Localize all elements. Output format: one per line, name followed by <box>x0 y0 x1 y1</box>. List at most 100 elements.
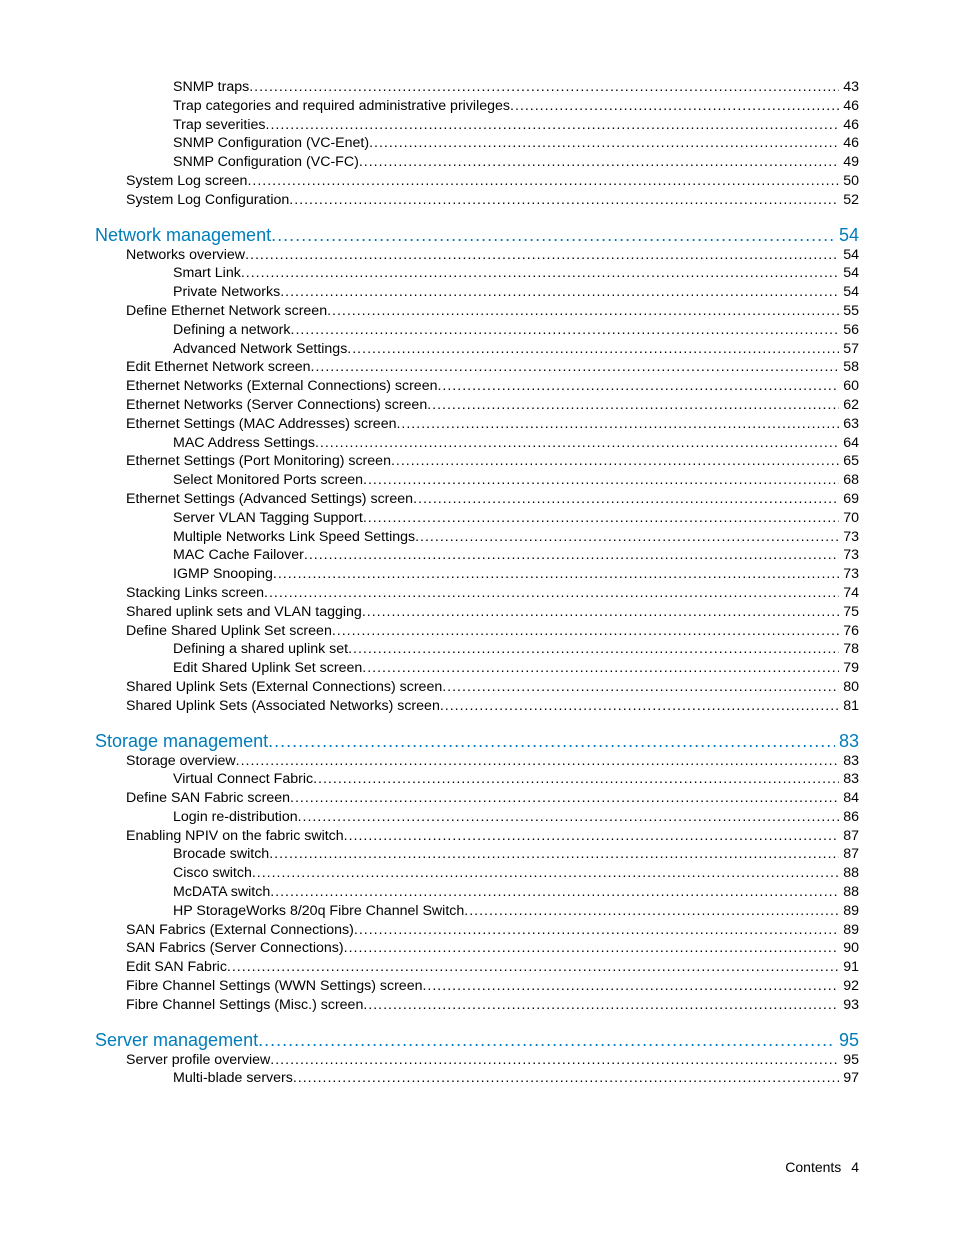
toc-leader-dots: ........................................… <box>313 770 839 789</box>
toc-entry[interactable]: Edit Shared Uplink Set screen...........… <box>95 659 859 678</box>
toc-entry[interactable]: SNMP Configuration (VC-FC)..............… <box>95 153 859 172</box>
toc-leader-dots: ........................................… <box>271 224 835 246</box>
toc-entry[interactable]: Multi-blade servers.....................… <box>95 1069 859 1088</box>
toc-entry[interactable]: Advanced Network Settings...............… <box>95 340 859 359</box>
toc-entry[interactable]: Private Networks........................… <box>95 283 859 302</box>
toc-entry[interactable]: Fibre Channel Settings (WWN Settings) sc… <box>95 977 859 996</box>
toc-entry[interactable]: Smart Link..............................… <box>95 264 859 283</box>
toc-entry-title: Shared uplink sets and VLAN tagging <box>126 603 362 622</box>
toc-leader-dots: ........................................… <box>304 546 839 565</box>
toc-entry-page: 64 <box>839 434 859 453</box>
toc-entry-page: 89 <box>839 921 859 940</box>
toc-entry-title: Trap categories and required administrat… <box>173 97 510 116</box>
toc-entry-title: Storage management <box>95 730 268 752</box>
toc-entry[interactable]: MAC Cache Failover......................… <box>95 546 859 565</box>
toc-entry[interactable]: Edit SAN Fabric.........................… <box>95 958 859 977</box>
toc-entry[interactable]: SNMP Configuration (VC-Enet)............… <box>95 134 859 153</box>
toc-entry-page: 83 <box>839 752 859 771</box>
toc-entry-title: Defining a network <box>173 321 291 340</box>
toc-entry[interactable]: Shared Uplink Sets (Associated Networks)… <box>95 697 859 716</box>
toc-entry-title: Define SAN Fabric screen <box>126 789 290 808</box>
toc-entry[interactable]: Ethernet Networks (Server Connections) s… <box>95 396 859 415</box>
toc-leader-dots: ........................................… <box>236 752 840 771</box>
toc-entry[interactable]: Ethernet Settings (Port Monitoring) scre… <box>95 452 859 471</box>
page-footer: Contents 4 <box>785 1159 859 1175</box>
toc-entry[interactable]: SAN Fabrics (External Connections)......… <box>95 921 859 940</box>
toc-leader-dots: ........................................… <box>437 377 839 396</box>
toc-entry-title: IGMP Snooping <box>173 565 273 584</box>
toc-entry[interactable]: Multiple Networks Link Speed Settings...… <box>95 528 859 547</box>
toc-leader-dots: ........................................… <box>332 622 839 641</box>
toc-leader-dots: ........................................… <box>311 358 840 377</box>
toc-leader-dots: ........................................… <box>396 415 839 434</box>
toc-leader-dots: ........................................… <box>362 659 839 678</box>
toc-entry[interactable]: Select Monitored Ports screen...........… <box>95 471 859 490</box>
toc-entry-title: Define Shared Uplink Set screen <box>126 622 332 641</box>
toc-entry[interactable]: Brocade switch..........................… <box>95 845 859 864</box>
toc-entry[interactable]: Ethernet Settings (Advanced Settings) sc… <box>95 490 859 509</box>
toc-entry-page: 46 <box>839 116 859 135</box>
toc-entry[interactable]: McDATA switch...........................… <box>95 883 859 902</box>
toc-leader-dots: ........................................… <box>427 396 839 415</box>
toc-entry[interactable]: Storage overview........................… <box>95 752 859 771</box>
toc-entry-title: Fibre Channel Settings (Misc.) screen <box>126 996 363 1015</box>
toc-entry[interactable]: Ethernet Networks (External Connections)… <box>95 377 859 396</box>
toc-entry[interactable]: HP StorageWorks 8/20q Fibre Channel Swit… <box>95 902 859 921</box>
toc-entry[interactable]: Defining a shared uplink set............… <box>95 640 859 659</box>
toc-leader-dots: ........................................… <box>327 302 839 321</box>
toc-entry[interactable]: Storage management......................… <box>95 730 859 752</box>
toc-entry[interactable]: Fibre Channel Settings (Misc.) screen...… <box>95 996 859 1015</box>
toc-entry[interactable]: IGMP Snooping...........................… <box>95 565 859 584</box>
toc-entry[interactable]: Virtual Connect Fabric..................… <box>95 770 859 789</box>
toc-entry-title: Trap severities <box>173 116 266 135</box>
toc-entry[interactable]: Cisco switch............................… <box>95 864 859 883</box>
toc-entry-page: 86 <box>839 808 859 827</box>
toc-entry[interactable]: SAN Fabrics (Server Connections)........… <box>95 939 859 958</box>
toc-entry[interactable]: Trap severities.........................… <box>95 116 859 135</box>
toc-entry[interactable]: Ethernet Settings (MAC Addresses) screen… <box>95 415 859 434</box>
toc-entry[interactable]: Login re-distribution...................… <box>95 808 859 827</box>
toc-leader-dots: ........................................… <box>315 434 839 453</box>
toc-leader-dots: ........................................… <box>270 883 839 902</box>
toc-entry[interactable]: Define Ethernet Network screen..........… <box>95 302 859 321</box>
toc-entry[interactable]: System Log Configuration................… <box>95 191 859 210</box>
toc-entry-title: Enabling NPIV on the fabric switch <box>126 827 344 846</box>
toc-entry-title: Network management <box>95 224 271 246</box>
toc-entry[interactable]: Shared Uplink Sets (External Connections… <box>95 678 859 697</box>
toc-entry-title: Cisco switch <box>173 864 252 883</box>
toc-entry[interactable]: Server profile overview.................… <box>95 1051 859 1070</box>
toc-leader-dots: ........................................… <box>422 977 839 996</box>
toc-entry[interactable]: Edit Ethernet Network screen............… <box>95 358 859 377</box>
toc-entry-page: 95 <box>835 1029 859 1051</box>
toc-entry[interactable]: Server VLAN Tagging Support.............… <box>95 509 859 528</box>
toc-leader-dots: ........................................… <box>252 864 839 883</box>
toc-leader-dots: ........................................… <box>273 565 839 584</box>
toc-entry[interactable]: System Log screen.......................… <box>95 172 859 191</box>
toc-entry-title: Ethernet Settings (Port Monitoring) scre… <box>126 452 391 471</box>
toc-entry[interactable]: Server management.......................… <box>95 1029 859 1051</box>
toc-entry-page: 73 <box>839 546 859 565</box>
toc-entry[interactable]: Shared uplink sets and VLAN tagging.....… <box>95 603 859 622</box>
toc-entry[interactable]: Define Shared Uplink Set screen.........… <box>95 622 859 641</box>
toc-entry[interactable]: Enabling NPIV on the fabric switch......… <box>95 827 859 846</box>
toc-entry[interactable]: MAC Address Settings....................… <box>95 434 859 453</box>
toc-leader-dots: ........................................… <box>291 321 840 340</box>
toc-leader-dots: ........................................… <box>269 845 839 864</box>
toc-entry[interactable]: Trap categories and required administrat… <box>95 97 859 116</box>
toc-entry[interactable]: SNMP traps..............................… <box>95 78 859 97</box>
toc-leader-dots: ........................................… <box>268 730 835 752</box>
toc-entry[interactable]: Stacking Links screen...................… <box>95 584 859 603</box>
toc-entry-page: 73 <box>839 565 859 584</box>
toc-entry[interactable]: Networks overview.......................… <box>95 246 859 265</box>
toc-entry[interactable]: Defining a network......................… <box>95 321 859 340</box>
toc-entry-title: Brocade switch <box>173 845 269 864</box>
toc-leader-dots: ........................................… <box>359 153 839 172</box>
toc-leader-dots: ........................................… <box>344 827 840 846</box>
toc-entry-page: 55 <box>839 302 859 321</box>
toc-leader-dots: ........................................… <box>247 172 839 191</box>
toc-entry[interactable]: Define SAN Fabric screen................… <box>95 789 859 808</box>
toc-entry-title: Smart Link <box>173 264 241 283</box>
toc-entry[interactable]: Network management......................… <box>95 224 859 246</box>
toc-leader-dots: ........................................… <box>363 471 839 490</box>
toc-entry-page: 62 <box>839 396 859 415</box>
